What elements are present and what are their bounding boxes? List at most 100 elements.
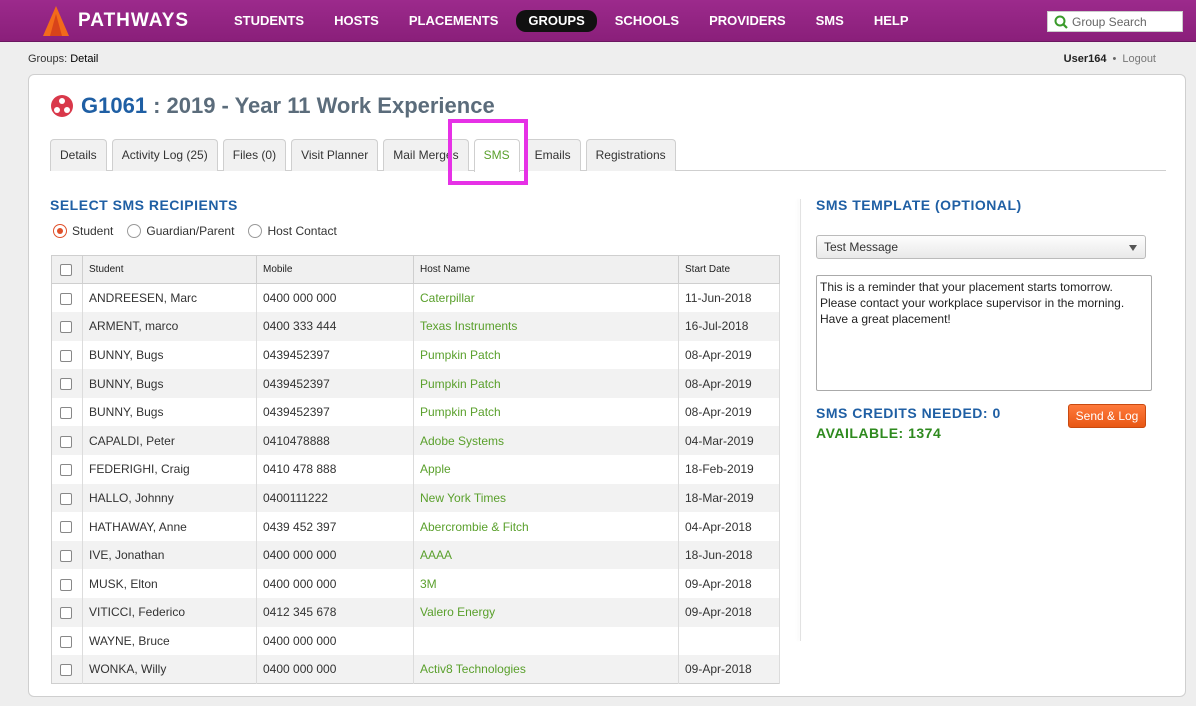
- start-date: 09-Apr-2018: [678, 569, 780, 599]
- tab-visit-planner[interactable]: Visit Planner: [291, 139, 379, 171]
- nav-item-groups[interactable]: GROUPS: [516, 10, 597, 32]
- sms-message-textarea[interactable]: [816, 275, 1152, 391]
- host-name[interactable]: 3M: [413, 569, 679, 599]
- host-name[interactable]: Pumpkin Patch: [413, 369, 679, 398]
- col-student[interactable]: Student: [82, 255, 257, 284]
- tab-sms[interactable]: SMS: [473, 139, 520, 172]
- tab-details[interactable]: Details: [50, 139, 107, 171]
- table-row: WONKA, Willy 0400 000 000 Activ8 Technolog…: [51, 655, 780, 684]
- radio-label: Student: [72, 224, 114, 238]
- mobile: 0439452397: [256, 397, 414, 427]
- table-row: MUSK, Elton 0400 000 000 3M 09-Apr-2018: [51, 569, 780, 599]
- col-start-date[interactable]: Start Date: [678, 255, 780, 284]
- host-name[interactable]: Activ8 Technologies: [413, 655, 679, 684]
- tab-files-0[interactable]: Files (0): [222, 139, 287, 171]
- host-name[interactable]: Pumpkin Patch: [413, 397, 679, 427]
- select-all-checkbox[interactable]: [60, 263, 72, 276]
- row-checkbox[interactable]: [60, 492, 72, 505]
- radio-student[interactable]: Student: [53, 224, 113, 238]
- mobile: 0400 000 000: [256, 626, 414, 656]
- recipients-body: ANDREESEN, Marc 0400 000 000 Caterpillar 11…: [51, 283, 780, 684]
- start-date: 04-Mar-2019: [678, 426, 780, 456]
- table-row: WAYNE, Bruce 0400 000 000: [51, 626, 780, 656]
- group-icon: [51, 95, 73, 117]
- user-box: User164 • Logout: [1064, 53, 1156, 65]
- host-name[interactable]: Pumpkin Patch: [413, 340, 679, 370]
- tab-mail-merges[interactable]: Mail Merges: [383, 139, 469, 171]
- username[interactable]: User164: [1064, 53, 1107, 65]
- group-search-input[interactable]: [1072, 14, 1182, 29]
- template-select[interactable]: Test Message: [816, 235, 1146, 259]
- section-divider: [800, 199, 801, 641]
- row-checkbox[interactable]: [60, 435, 72, 448]
- nav-item-providers[interactable]: PROVIDERS: [697, 10, 798, 32]
- student-name: FEDERIGHI, Craig: [82, 455, 257, 484]
- mobile: 0400 000 000: [256, 540, 414, 570]
- nav-item-placements[interactable]: PLACEMENTS: [397, 10, 511, 32]
- row-checkbox[interactable]: [60, 664, 72, 677]
- radio-button[interactable]: [127, 224, 142, 238]
- table-row: BUNNY, Bugs 0439452397 Pumpkin Patch 08-Apr…: [51, 340, 780, 370]
- host-name[interactable]: Caterpillar: [413, 283, 679, 313]
- start-date: 08-Apr-2019: [678, 397, 780, 427]
- row-checkbox-cell: [51, 569, 83, 599]
- pathways-logo-icon: [43, 6, 69, 36]
- nav-item-schools[interactable]: SCHOOLS: [603, 10, 691, 32]
- group-search[interactable]: [1047, 11, 1183, 32]
- tab-activity-log-25[interactable]: Activity Log (25): [111, 139, 218, 171]
- brand-name: PATHWAYS: [78, 10, 190, 31]
- row-checkbox[interactable]: [60, 607, 72, 620]
- student-name: VITICCI, Federico: [82, 598, 257, 627]
- row-checkbox[interactable]: [60, 521, 72, 534]
- nav-item-hosts[interactable]: HOSTS: [322, 10, 391, 32]
- row-checkbox-cell: [51, 369, 83, 398]
- host-name[interactable]: Adobe Systems: [413, 426, 679, 456]
- host-name[interactable]: New York Times: [413, 483, 679, 513]
- send-and-log-button[interactable]: Send & Log: [1068, 404, 1146, 428]
- page-title: G1061 : 2019 - Year 11 Work Experience: [51, 93, 495, 119]
- breadcrumb-section[interactable]: Groups: [28, 53, 64, 65]
- host-name[interactable]: Apple: [413, 455, 679, 484]
- start-date: 08-Apr-2019: [678, 369, 780, 398]
- student-name: HALLO, Johnny: [82, 483, 257, 513]
- start-date: 16-Jul-2018: [678, 312, 780, 341]
- row-checkbox-cell: [51, 483, 83, 513]
- mobile: 0400 000 000: [256, 655, 414, 684]
- col-host-name[interactable]: Host Name: [413, 255, 679, 284]
- radio-button[interactable]: [248, 224, 263, 238]
- host-name: [413, 626, 679, 656]
- table-row: FEDERIGHI, Craig 0410 478 888 Apple 18-Feb-…: [51, 455, 780, 484]
- logout-link[interactable]: Logout: [1122, 53, 1156, 65]
- col-mobile[interactable]: Mobile: [256, 255, 414, 284]
- host-name[interactable]: Texas Instruments: [413, 312, 679, 341]
- host-name[interactable]: Abercrombie & Fitch: [413, 512, 679, 541]
- recipients-title: SELECT SMS RECIPIENTS: [50, 197, 238, 213]
- radio-button[interactable]: [53, 224, 67, 238]
- mobile: 0400 000 000: [256, 569, 414, 599]
- host-name[interactable]: Valero Energy: [413, 598, 679, 627]
- radio-host-contact[interactable]: Host Contact: [248, 224, 337, 238]
- row-checkbox[interactable]: [60, 349, 72, 362]
- nav-item-sms[interactable]: SMS: [804, 10, 856, 32]
- breadcrumb: Groups: Detail: [28, 53, 99, 65]
- row-checkbox[interactable]: [60, 321, 72, 334]
- row-checkbox[interactable]: [60, 578, 72, 591]
- start-date: 09-Apr-2018: [678, 598, 780, 627]
- row-checkbox[interactable]: [60, 549, 72, 562]
- row-checkbox[interactable]: [60, 292, 72, 305]
- student-name: BUNNY, Bugs: [82, 340, 257, 370]
- app-logo[interactable]: PATHWAYS: [42, 6, 189, 36]
- row-checkbox[interactable]: [60, 464, 72, 477]
- student-name: MUSK, Elton: [82, 569, 257, 599]
- tab-emails[interactable]: Emails: [524, 139, 581, 171]
- host-name[interactable]: AAAA: [413, 540, 679, 570]
- tab-registrations[interactable]: Registrations: [585, 139, 676, 171]
- row-checkbox[interactable]: [60, 378, 72, 391]
- nav-item-help[interactable]: HELP: [862, 10, 921, 32]
- row-checkbox[interactable]: [60, 635, 72, 648]
- row-checkbox-cell: [51, 626, 83, 656]
- row-checkbox[interactable]: [60, 407, 72, 419]
- nav-item-students[interactable]: STUDENTS: [222, 10, 316, 32]
- radio-guardian-parent[interactable]: Guardian/Parent: [127, 224, 234, 238]
- row-checkbox-cell: [51, 455, 83, 484]
